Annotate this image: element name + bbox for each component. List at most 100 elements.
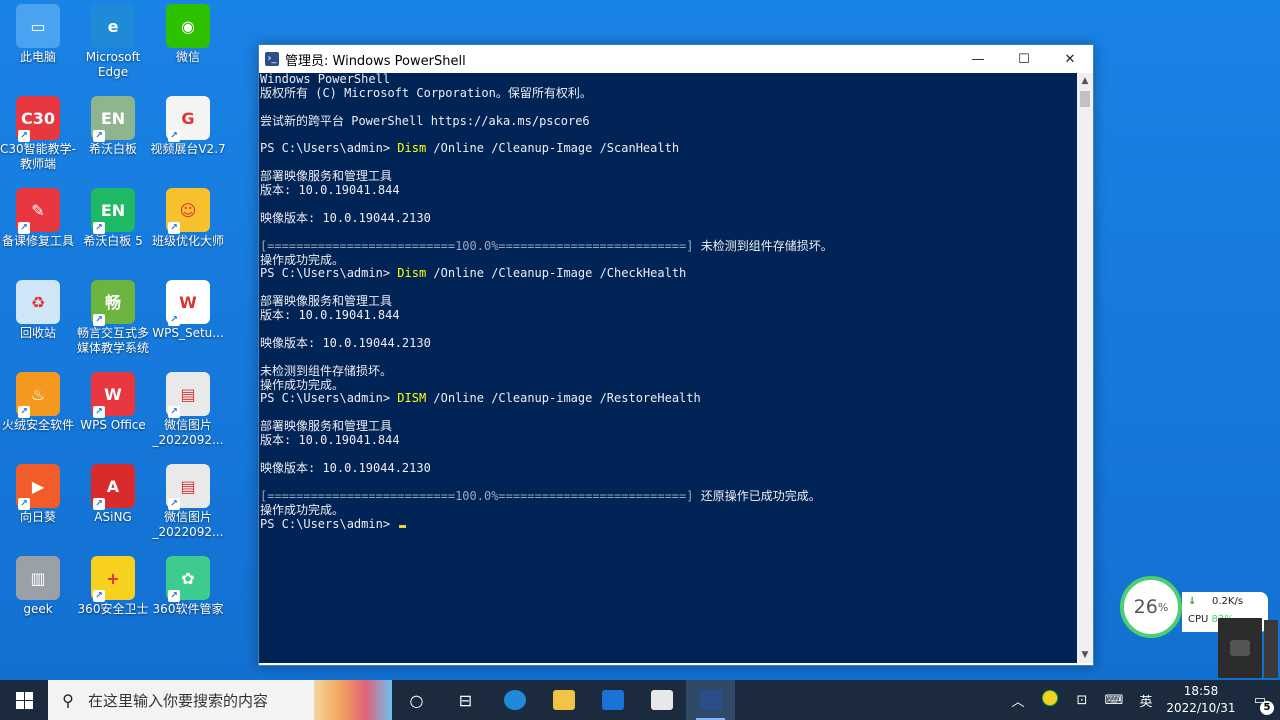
- console-text-line: 版本: 10.0.19041.844: [260, 433, 400, 448]
- taskbar-edge[interactable]: [490, 680, 539, 720]
- console-line: [==========================100.0%=======…: [260, 239, 1077, 254]
- desktop-icon-label: 回收站: [19, 326, 56, 340]
- desktop-icon[interactable]: ♨ ↗ 火绒安全软件: [0, 372, 76, 433]
- shortcut-arrow-icon: ↗: [93, 222, 105, 234]
- search-highlight-image: [314, 680, 392, 720]
- console-prompt: PS C:\Users\admin>: [260, 516, 398, 531]
- console-line: 映像版本: 10.0.19044.2130: [260, 461, 1077, 476]
- scroll-down-icon[interactable]: ▼: [1077, 647, 1093, 663]
- wechat-icon: ◉: [166, 4, 210, 48]
- powershell-window[interactable]: ›_ 管理员: Windows PowerShell — ☐ ✕ Windows…: [258, 44, 1094, 666]
- minimize-button[interactable]: —: [955, 45, 1001, 73]
- notification-count: 5: [1260, 700, 1274, 715]
- desktop-icon[interactable]: ✿ ↗ 360软件管家: [150, 556, 226, 617]
- image-file-icon: ▤ ↗: [166, 372, 210, 418]
- console-command: Dism: [397, 266, 427, 281]
- edge-panel[interactable]: [1264, 620, 1278, 678]
- shortcut-arrow-icon: ↗: [168, 222, 180, 234]
- timeline-icon: ⊟: [458, 690, 473, 710]
- store-icon: [650, 690, 673, 710]
- vertical-scrollbar[interactable]: ▲ ▼: [1077, 73, 1093, 663]
- network-icon[interactable]: ⊡: [1066, 693, 1098, 708]
- desktop-icon[interactable]: ◉ 微信: [150, 4, 226, 65]
- desktop-icon[interactable]: EN ↗ 希沃白板: [75, 96, 151, 157]
- desktop-icon[interactable]: ✎ ↗ 备课修复工具: [0, 188, 76, 249]
- taskbar-store[interactable]: [637, 680, 686, 720]
- desktop-icon[interactable]: G ↗ 视频展台V2.7: [150, 96, 226, 157]
- memory-percent: 26: [1133, 596, 1158, 618]
- notification-center-icon[interactable]: ▭ 5: [1240, 693, 1280, 715]
- console-text-line: 尝试新的跨平台 PowerShell https://aka.ms/pscore…: [260, 113, 590, 128]
- console-line: 部署映像服务和管理工具: [260, 419, 1077, 434]
- shortcut-arrow-icon: ↗: [168, 498, 180, 510]
- console-arguments: /Online /Cleanup-Image /CheckHealth: [426, 266, 687, 281]
- desktop-icon[interactable]: C30 ↗ C30智能教学-教师端: [0, 96, 76, 172]
- console-output[interactable]: Windows PowerShell 版权所有 (C) Microsoft Cor…: [259, 73, 1077, 663]
- desktop-icon[interactable]: ☺ ↗ 班级优化大师: [150, 188, 226, 249]
- file-explorer-icon: [552, 690, 575, 710]
- desktop-icon[interactable]: A ↗ ASiNG: [75, 464, 151, 525]
- desktop-icon[interactable]: ▭ 此电脑: [0, 4, 76, 65]
- console-line: Windows PowerShell: [260, 73, 1077, 87]
- desktop-icon[interactable]: 畅 ↗ 畅言交互式多媒体教学系统: [75, 280, 151, 356]
- console-prompt: PS C:\Users\admin>: [260, 141, 398, 156]
- taskbar-file-explorer[interactable]: [539, 680, 588, 720]
- desktop-icon[interactable]: ▶ ↗ 向日葵: [0, 464, 76, 525]
- memory-percent-unit: %: [1157, 600, 1169, 614]
- keyboard-icon[interactable]: ⌨: [1098, 693, 1130, 708]
- desktop-icon-label: WPS_Setu...: [152, 326, 224, 340]
- start-button[interactable]: [0, 680, 48, 720]
- console-text-line: 还原操作已成功完成。: [693, 488, 821, 503]
- desktop-icon[interactable]: ▥ geek: [0, 556, 76, 617]
- taskbar-apps: ○ ⊟: [392, 680, 735, 720]
- console-line: PS C:\Users\admin> DISM /Online /Cleanup…: [260, 392, 1077, 406]
- security-tray-icon[interactable]: [1034, 690, 1066, 710]
- desktop-icon-label: geek: [23, 602, 53, 616]
- task-view-button[interactable]: ○: [392, 680, 441, 720]
- shortcut-arrow-icon: ↗: [168, 590, 180, 602]
- desktop-icon[interactable]: EN ↗ 希沃白板 5: [75, 188, 151, 249]
- close-button[interactable]: ✕: [1047, 45, 1093, 73]
- search-icon: ⚲: [62, 690, 74, 710]
- console-command: DISM: [397, 391, 427, 406]
- desktop-icon[interactable]: e Microsoft Edge: [75, 4, 151, 80]
- desktop-icon-label: 视频展台V2.7: [150, 142, 226, 156]
- desktop-icon[interactable]: ♻ 回收站: [0, 280, 76, 341]
- clock-time: 18:58: [1183, 684, 1219, 698]
- ime-indicator[interactable]: 英: [1130, 691, 1162, 710]
- timeline-button[interactable]: ⊟: [441, 680, 490, 720]
- memory-usage-circle[interactable]: 26%: [1120, 576, 1182, 638]
- desktop-icon[interactable]: ▤ ↗ 微信图片_2022092...: [150, 464, 226, 540]
- show-hidden-icons-icon[interactable]: ︿: [1002, 691, 1034, 710]
- seewo-5-icon: EN ↗: [91, 188, 135, 234]
- taskbar: ⚲ 在这里输入你要搜索的内容 ○ ⊟ ︿ ⊡ ⌨ 英 18:58 2022/10/…: [0, 680, 1280, 720]
- console-line: 尝试新的跨平台 PowerShell https://aka.ms/pscore…: [260, 113, 1077, 129]
- desktop-icon-label: C30智能教学-教师端: [0, 142, 76, 171]
- floating-app-panel[interactable]: [1218, 618, 1262, 678]
- console-text-line: 操作成功完成。: [260, 502, 345, 517]
- desktop-icon[interactable]: ▤ ↗ 微信图片_2022092...: [150, 372, 226, 448]
- download-arrow-icon: ↓: [1188, 596, 1197, 607]
- console-text-line: 版本: 10.0.19041.844: [260, 183, 400, 198]
- taskbar-powershell[interactable]: [686, 680, 735, 720]
- shortcut-arrow-icon: ↗: [18, 406, 30, 418]
- console-text-line: 映像版本: 10.0.19044.2130: [260, 210, 431, 225]
- scroll-up-icon[interactable]: ▲: [1077, 73, 1093, 89]
- desktop-icon[interactable]: W ↗ WPS_Setu...: [150, 280, 226, 341]
- search-box[interactable]: ⚲ 在这里输入你要搜索的内容: [48, 680, 392, 720]
- taskbar-mail[interactable]: [588, 680, 637, 720]
- console-line: 版权所有 (C) Microsoft Corporation。保留所有权利。: [260, 86, 1077, 101]
- window-titlebar[interactable]: ›_ 管理员: Windows PowerShell — ☐ ✕: [259, 45, 1093, 73]
- desktop-icon[interactable]: W ↗ WPS Office: [75, 372, 151, 433]
- maximize-button[interactable]: ☐: [1001, 45, 1047, 73]
- image-file-icon: ▤ ↗: [166, 464, 210, 510]
- clock[interactable]: 18:58 2022/10/31: [1162, 683, 1240, 717]
- desktop-icon[interactable]: + ↗ 360安全卫士: [75, 556, 151, 617]
- console-arguments: /Online /Cleanup-image /RestoreHealth: [426, 391, 701, 406]
- console-text[interactable]: Windows PowerShell 版权所有 (C) Microsoft Cor…: [259, 73, 1077, 531]
- scroll-thumb[interactable]: [1080, 91, 1090, 107]
- desktop-icon-label: 微信图片_2022092...: [152, 510, 224, 539]
